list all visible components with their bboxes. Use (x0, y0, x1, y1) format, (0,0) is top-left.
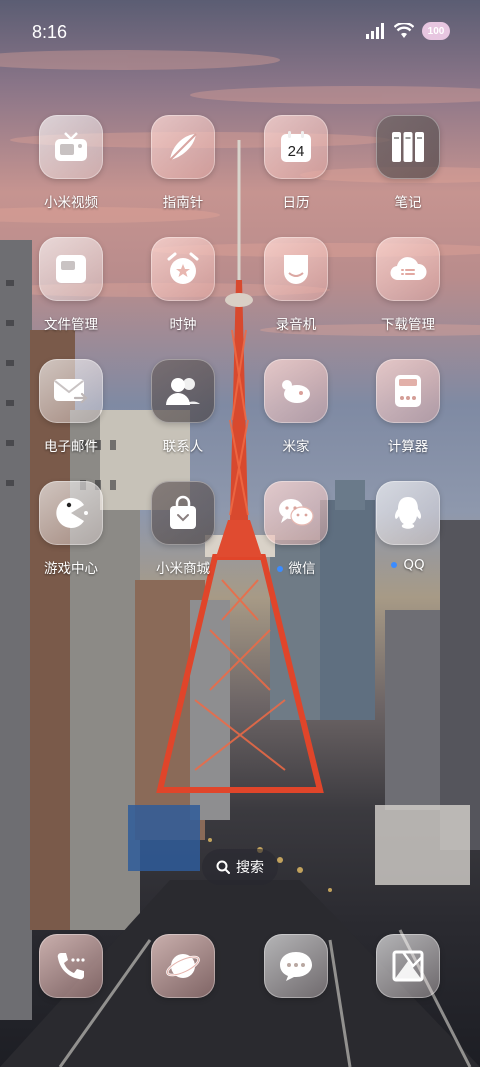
dock-phone[interactable] (23, 934, 119, 1004)
clock-time: 8:16 (32, 22, 68, 42)
search-icon (216, 860, 230, 874)
dock-messages[interactable] (248, 934, 344, 1004)
dock-gallery[interactable] (360, 934, 456, 1004)
folder-icon (56, 255, 86, 283)
app-game-center[interactable]: 游戏中心 (23, 481, 119, 591)
tv-icon (55, 132, 87, 161)
app-label: 游戏中心 (44, 561, 98, 577)
app-label: 小米商城 (156, 561, 210, 577)
browser-icon (166, 954, 200, 978)
app-mijia[interactable]: 米家 (248, 359, 344, 469)
app-label: 微信 (248, 557, 344, 577)
contacts-icon (166, 378, 200, 405)
status-bar: 8:16 100 (0, 0, 480, 70)
app-xiaomi-video[interactable]: 小米视频 (23, 115, 119, 225)
wechat-icon (279, 499, 314, 526)
app-label: 笔记 (394, 195, 422, 211)
app-calendar[interactable]: 24 日历 (248, 115, 344, 225)
qq-icon (394, 497, 422, 529)
calendar-icon: 24 (281, 131, 311, 162)
signal-icon (366, 23, 384, 39)
calculator-icon (395, 375, 421, 407)
game-icon (56, 497, 88, 528)
search-label: 搜索 (236, 860, 264, 876)
search-button[interactable]: 搜索 (202, 849, 278, 885)
mijia-icon (282, 380, 310, 403)
app-email[interactable]: 电子邮件 (23, 359, 119, 469)
app-notes[interactable]: 笔记 (360, 115, 456, 225)
wifi-icon (394, 23, 414, 38)
app-calculator[interactable]: 计算器 (360, 359, 456, 469)
app-contacts[interactable]: 联系人 (135, 359, 231, 469)
app-label: 计算器 (387, 439, 429, 455)
compass-icon (169, 133, 197, 161)
app-wechat[interactable]: 微信 (248, 481, 344, 591)
app-label: 下载管理 (381, 317, 435, 333)
app-label: 时钟 (169, 317, 197, 333)
messages-icon (280, 952, 312, 981)
app-label: 录音机 (275, 317, 317, 333)
app-label: 电子邮件 (44, 439, 98, 455)
app-compass[interactable]: 指南针 (135, 115, 231, 225)
new-indicator-dot (391, 562, 398, 568)
dock-browser[interactable] (135, 934, 231, 1004)
app-label: QQ (360, 557, 456, 573)
calendar-date: 24 (288, 143, 305, 160)
app-qq[interactable]: QQ (360, 481, 456, 591)
app-clock[interactable]: 时钟 (135, 237, 231, 347)
app-label: 指南针 (162, 195, 204, 211)
app-file-manager[interactable]: 文件管理 (23, 237, 119, 347)
download-cloud-icon (390, 257, 427, 281)
app-label: 小米视频 (44, 195, 98, 211)
alarm-clock-icon (167, 252, 199, 284)
app-mi-store[interactable]: 小米商城 (135, 481, 231, 591)
app-label: 米家 (282, 439, 310, 455)
mail-icon (54, 379, 88, 404)
battery-icon: 100 (422, 22, 450, 40)
new-indicator-dot (276, 566, 283, 572)
shopping-bag-icon (170, 495, 196, 529)
gallery-icon (392, 950, 424, 982)
recorder-icon (284, 255, 308, 284)
phone-icon (57, 953, 85, 980)
app-label: 文件管理 (44, 317, 98, 333)
app-recorder[interactable]: 录音机 (248, 237, 344, 347)
app-label: 联系人 (162, 439, 204, 455)
notes-icon (392, 132, 424, 162)
app-label: 日历 (282, 195, 310, 211)
app-download-manager[interactable]: 下载管理 (360, 237, 456, 347)
